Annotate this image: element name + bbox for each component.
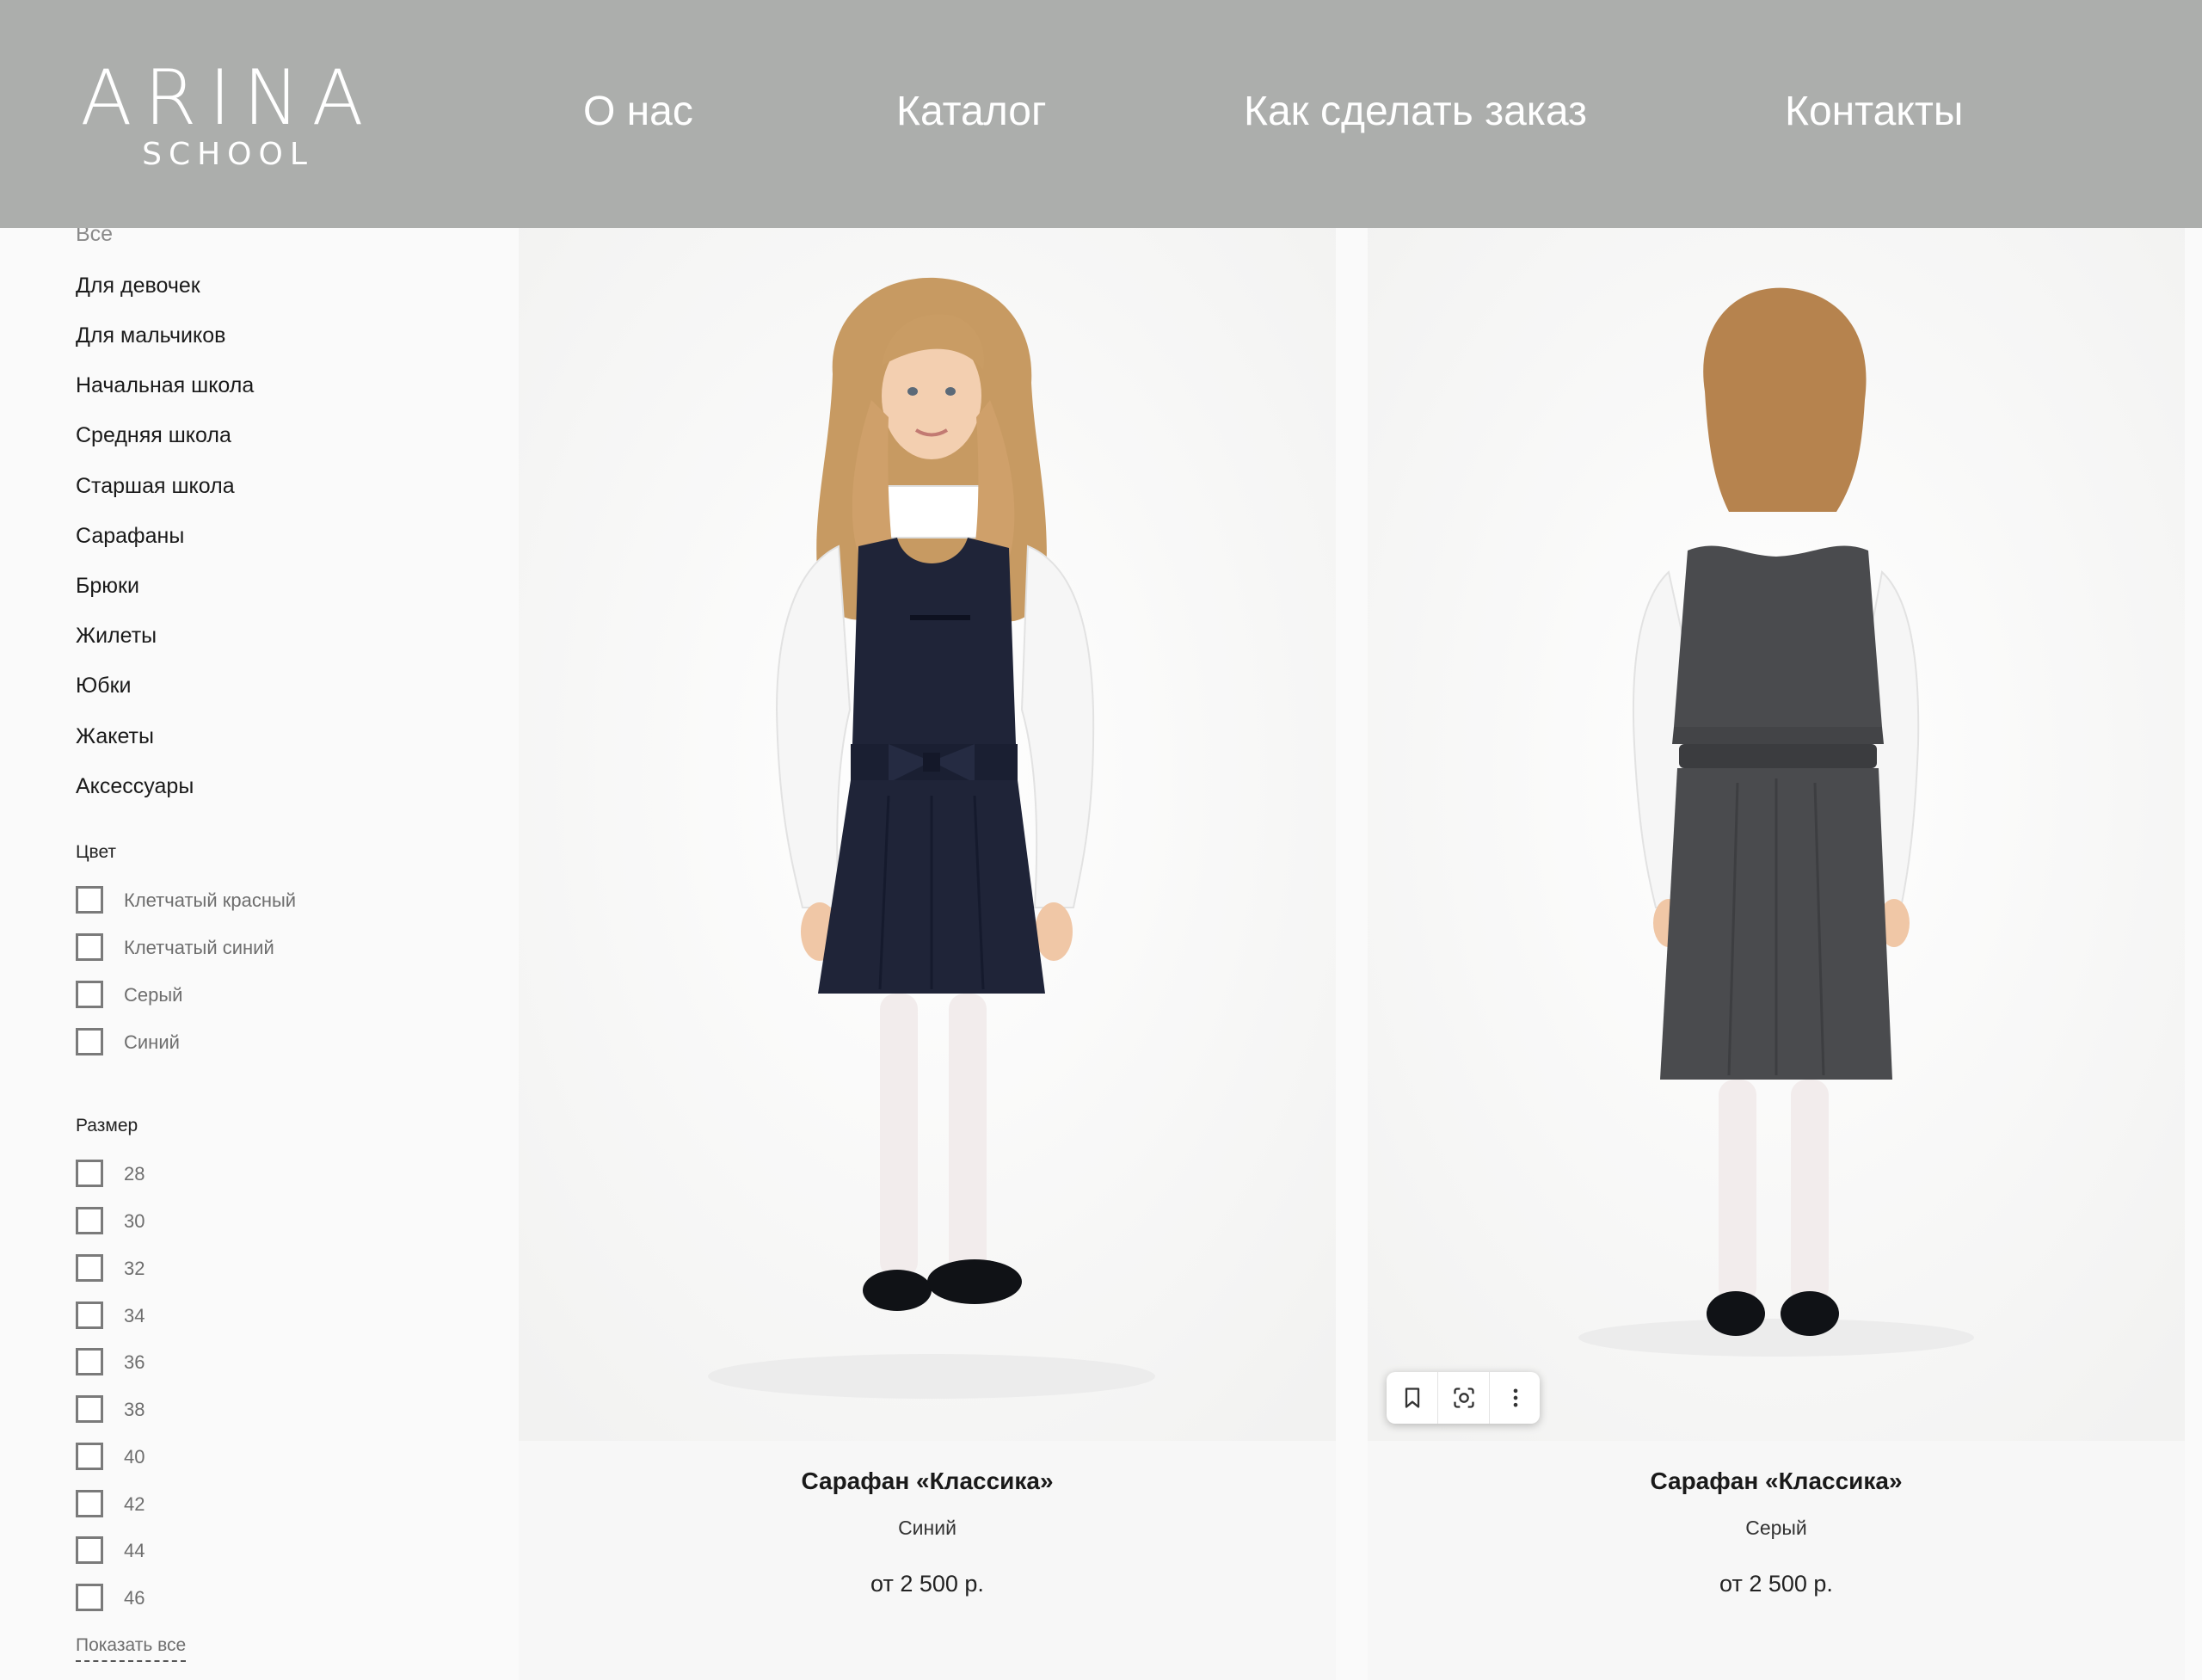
checkbox-label: 38 [124,1399,145,1420]
product-photo-front[interactable] [519,228,1336,1441]
size-option-42[interactable]: 42 [76,1490,420,1521]
checkbox[interactable] [76,1443,103,1470]
checkbox[interactable] [76,1160,103,1187]
checkbox-label: 40 [124,1446,145,1468]
product-card[interactable]: Сарафан «Классика» Серый от 2 500 р. [1368,228,2185,1680]
nav-catalog[interactable]: Каталог [896,86,1047,138]
checkbox-label: 44 [124,1540,145,1561]
checkbox[interactable] [76,1302,103,1329]
filter-sidebar: Все Для девочек Для мальчиков Начальная … [0,222,516,1680]
color-filter-title: Цвет [76,842,117,862]
category-boys[interactable]: Для мальчиков [76,323,225,348]
logo-sub-text: SCHOOL [142,137,314,172]
category-jackets[interactable]: Жакеты [76,723,154,749]
checkbox-label: 34 [124,1305,145,1326]
checkbox-label: 28 [124,1163,145,1185]
color-option-checked-red[interactable]: Клетчатый красный [76,886,420,917]
girl-front-illustration [519,228,1336,1441]
category-trousers[interactable]: Брюки [76,573,139,599]
checkbox[interactable] [76,1348,103,1375]
checkbox-label: 32 [124,1258,145,1279]
category-vests[interactable]: Жилеты [76,623,157,649]
product-title[interactable]: Сарафан «Классика» [1368,1467,2185,1496]
bookmark-icon[interactable] [1387,1372,1437,1424]
size-option-38[interactable]: 38 [76,1395,420,1426]
more-vertical-icon[interactable] [1490,1372,1541,1424]
checkbox[interactable] [76,1536,103,1564]
category-sarafans[interactable]: Сарафаны [76,523,184,549]
size-filter-title: Размер [76,1116,138,1135]
product-price: от 2 500 р. [870,1571,984,1597]
image-tools-toolbar [1387,1372,1540,1424]
checkbox[interactable] [76,1395,103,1423]
checkbox[interactable] [76,886,103,914]
size-option-36[interactable]: 36 [76,1348,420,1379]
product-color: Серый [1745,1517,1807,1539]
show-all-sizes-link[interactable]: Показать все [76,1634,187,1662]
checkbox-label: Клетчатый синий [124,937,274,958]
size-option-32[interactable]: 32 [76,1254,420,1285]
checkbox-label: 42 [124,1493,145,1515]
nav-contacts[interactable]: Контакты [1785,86,1963,138]
girl-back-illustration [1368,228,2185,1441]
product-price: от 2 500 р. [1719,1571,1833,1597]
color-option-gray[interactable]: Серый [76,981,420,1012]
product-photo-back[interactable] [1368,228,2185,1441]
category-high-school[interactable]: Старшая школа [76,473,235,499]
site-header: ARINA SCHOOL О нас Каталог Как сделать з… [0,0,2202,228]
checkbox[interactable] [76,1207,103,1234]
nav-about[interactable]: О нас [583,86,693,138]
checkbox[interactable] [76,933,103,961]
size-option-46[interactable]: 46 [76,1584,420,1615]
size-option-44[interactable]: 44 [76,1536,420,1567]
category-primary-school[interactable]: Начальная школа [76,372,254,398]
category-middle-school[interactable]: Средняя школа [76,422,231,448]
size-option-28[interactable]: 28 [76,1160,420,1191]
size-option-30[interactable]: 30 [76,1207,420,1238]
checkbox-label: Клетчатый красный [124,889,297,911]
size-option-34[interactable]: 34 [76,1302,420,1332]
product-color: Синий [898,1517,956,1539]
checkbox[interactable] [76,981,103,1008]
visual-search-icon[interactable] [1438,1372,1489,1424]
product-title[interactable]: Сарафан «Классика» [519,1467,1336,1496]
checkbox[interactable] [76,1254,103,1282]
checkbox[interactable] [76,1584,103,1611]
checkbox-label: 46 [124,1587,145,1609]
checkbox[interactable] [76,1490,103,1517]
checkbox-label: 30 [124,1210,145,1232]
logo-main-text: ARINA [80,53,376,142]
size-option-40[interactable]: 40 [76,1443,420,1474]
category-skirts[interactable]: Юбки [76,673,131,698]
category-girls[interactable]: Для девочек [76,273,200,298]
category-accessories[interactable]: Аксессуары [76,773,194,799]
color-option-checked-blue[interactable]: Клетчатый синий [76,933,420,964]
checkbox-label: 36 [124,1351,145,1373]
checkbox-label: Серый [124,984,183,1006]
product-card[interactable]: Сарафан «Классика» Синий от 2 500 р. [519,228,1336,1680]
nav-how-to-order[interactable]: Как сделать заказ [1244,86,1587,138]
checkbox[interactable] [76,1028,103,1055]
color-option-blue[interactable]: Синий [76,1028,420,1059]
logo[interactable]: ARINA SCHOOL [60,60,396,172]
checkbox-label: Синий [124,1031,180,1053]
